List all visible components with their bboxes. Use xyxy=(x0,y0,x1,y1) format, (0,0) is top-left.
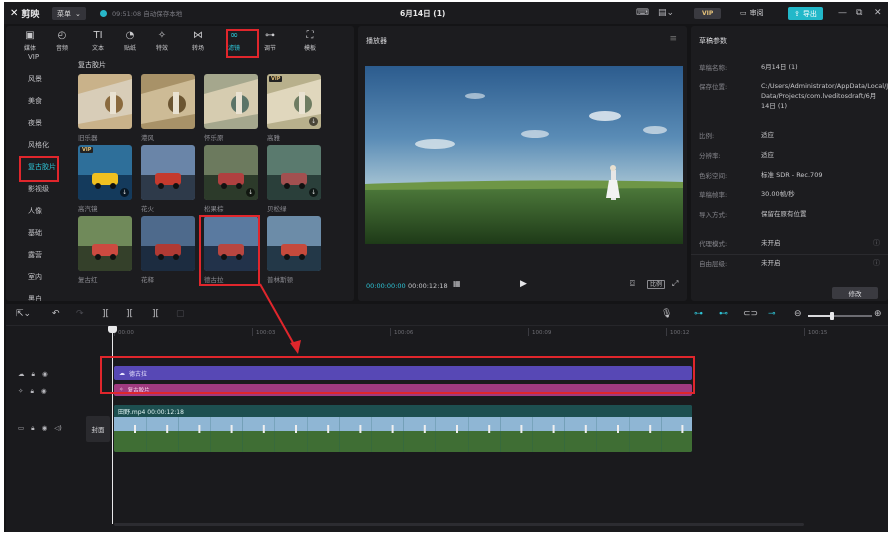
annotation-arrow xyxy=(259,283,301,354)
jianying-window: ✕ 剪映 菜单 ⌄ 09:51:08 自动保存本地 6月14日 (1) ⌨ ▤⌄ V… xyxy=(4,2,888,532)
